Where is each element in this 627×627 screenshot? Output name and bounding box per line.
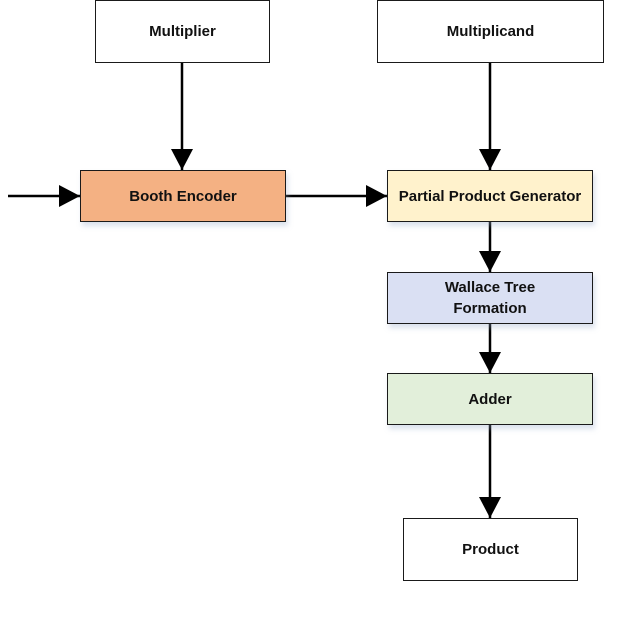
multiplicand-box: Multiplicand <box>377 0 604 63</box>
multiplier-label: Multiplier <box>149 23 216 40</box>
booth-encoder-box: Booth Encoder <box>80 170 286 222</box>
adder-label: Adder <box>468 390 512 408</box>
multiplier-box: Multiplier <box>95 0 270 63</box>
wallace-tree-label: Wallace Tree Formation <box>444 279 536 317</box>
adder-box: Adder <box>387 373 593 425</box>
partial-product-generator-label: Partial Product Generator <box>398 187 582 205</box>
partial-product-generator-box: Partial Product Generator <box>387 170 593 222</box>
wallace-tree-box: Wallace Tree Formation <box>387 272 593 324</box>
booth-encoder-label: Booth Encoder <box>129 187 237 205</box>
multiplicand-label: Multiplicand <box>446 23 535 40</box>
product-label: Product <box>462 541 519 558</box>
product-box: Product <box>403 518 578 581</box>
